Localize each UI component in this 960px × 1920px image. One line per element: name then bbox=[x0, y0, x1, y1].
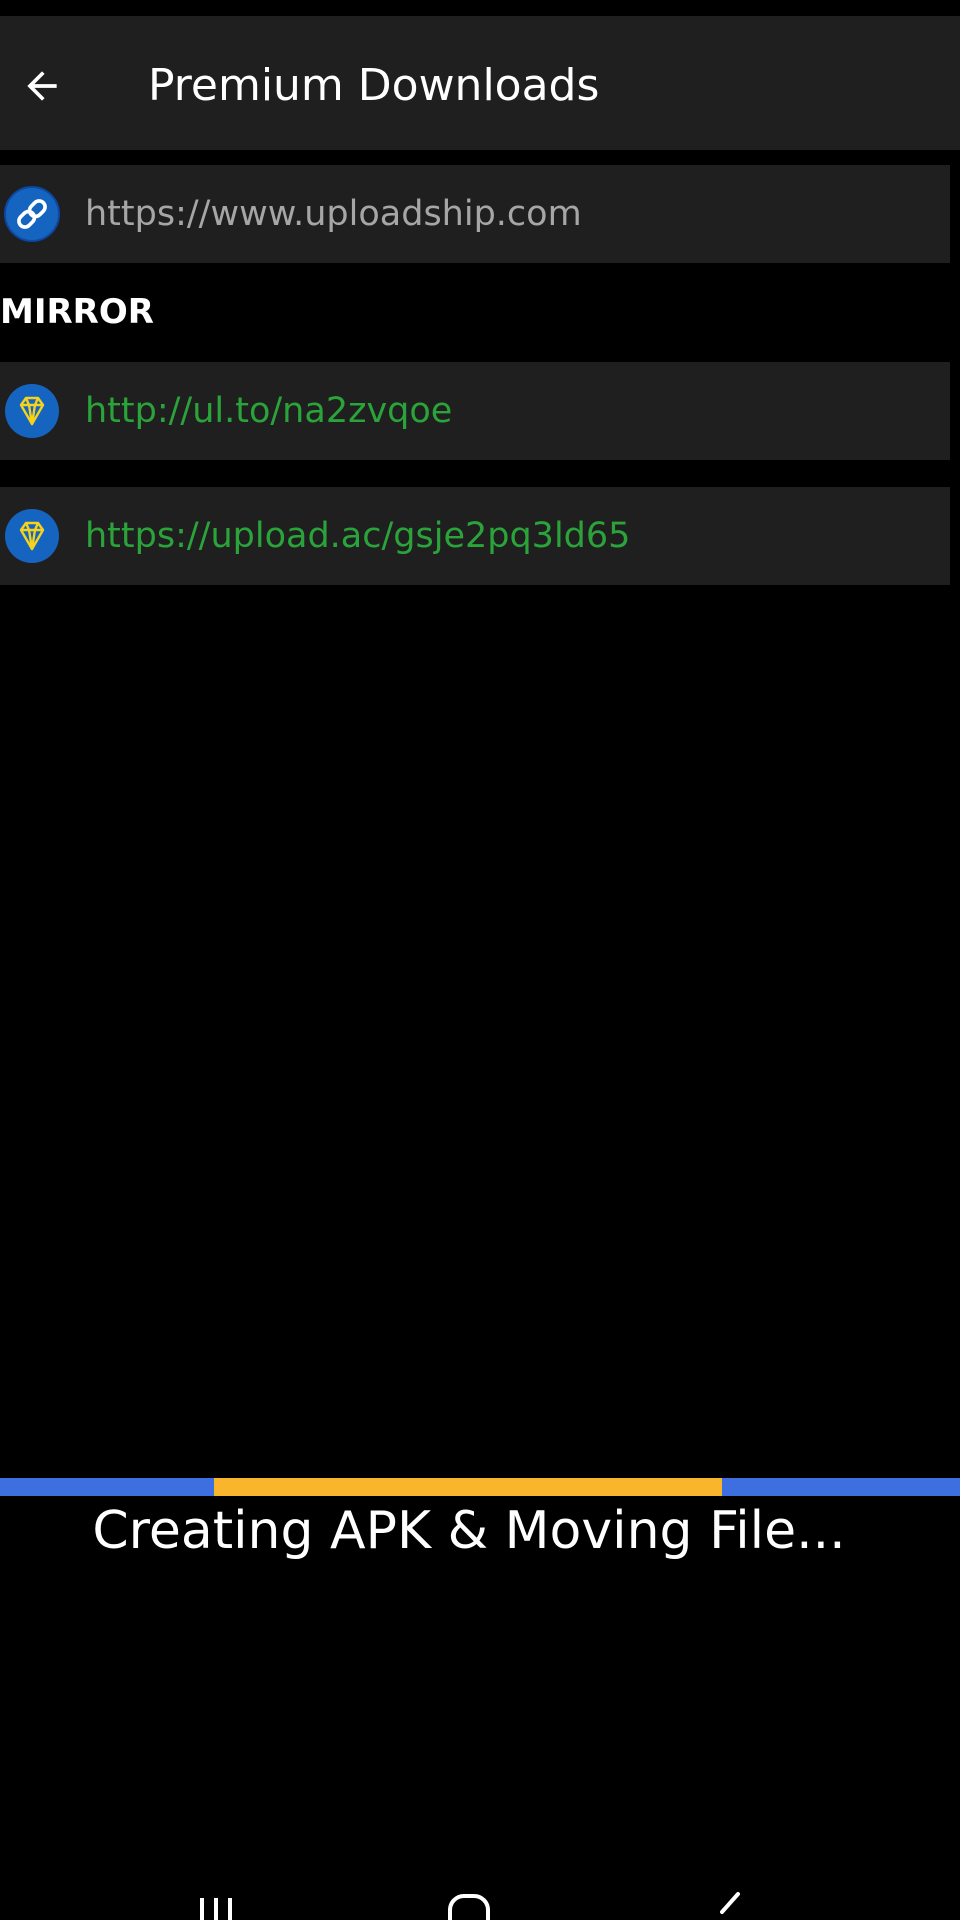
mirror-link-row[interactable]: http://ul.to/na2zvqoe bbox=[0, 362, 950, 460]
progress-message: Creating APK & Moving File... bbox=[92, 1501, 846, 1561]
primary-link-url: https://www.uploadship.com bbox=[85, 194, 582, 234]
system-nav-bar bbox=[0, 1890, 960, 1920]
diamond-icon bbox=[5, 509, 59, 563]
mirror-link-row[interactable]: https://upload.ac/gsje2pq3ld65 bbox=[0, 487, 950, 585]
back-button[interactable] bbox=[10, 54, 74, 118]
mirror-section-label: MIRROR bbox=[0, 292, 154, 332]
status-bar bbox=[0, 0, 960, 16]
arrow-left-icon bbox=[27, 71, 57, 101]
progress-indicator bbox=[214, 1478, 722, 1496]
mirror-link-url: https://upload.ac/gsje2pq3ld65 bbox=[85, 516, 631, 556]
back-icon[interactable] bbox=[712, 1890, 748, 1920]
diamond-icon bbox=[5, 384, 59, 438]
primary-link-row[interactable]: https://www.uploadship.com bbox=[0, 165, 950, 263]
mirror-link-url: http://ul.to/na2zvqoe bbox=[85, 391, 453, 431]
link-icon bbox=[4, 186, 60, 242]
page-title: Premium Downloads bbox=[148, 60, 600, 111]
recent-apps-icon[interactable] bbox=[196, 1890, 236, 1920]
home-icon[interactable] bbox=[446, 1890, 492, 1920]
app-bar: Premium Downloads bbox=[0, 16, 960, 150]
progress-bar bbox=[0, 1478, 960, 1496]
